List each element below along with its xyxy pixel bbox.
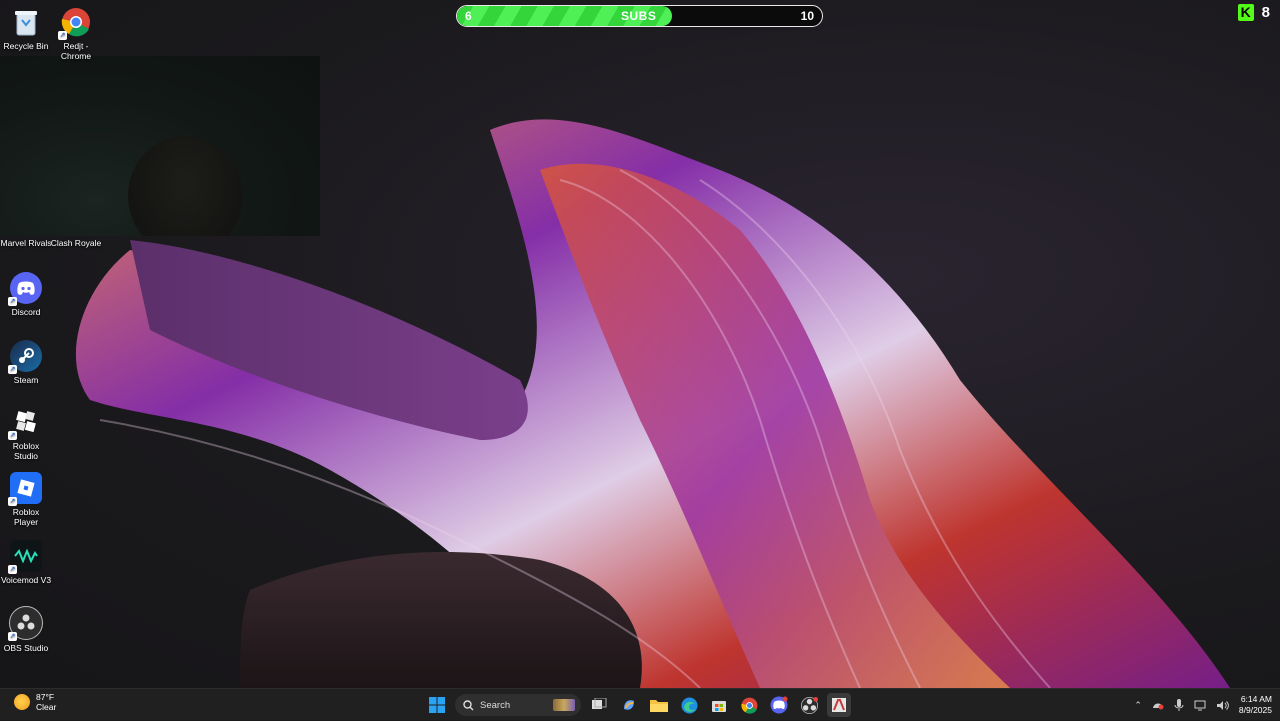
chrome-taskbar-button[interactable] <box>737 693 761 717</box>
webcam-overlay <box>0 56 320 236</box>
copilot-button[interactable] <box>617 693 641 717</box>
obs-taskbar-button[interactable] <box>797 693 821 717</box>
subs-goal-start: 6 <box>465 9 472 23</box>
store-icon <box>712 701 726 712</box>
clock-time: 6:14 AM <box>1240 694 1272 704</box>
desktop-icon-label: Roblox Studio <box>12 441 40 461</box>
roblox-player-icon: ↗ <box>8 472 42 506</box>
desktop-icon-steam[interactable]: ↗ Steam <box>0 340 52 385</box>
desktop-icon-label: OBS Studio <box>3 643 49 653</box>
chevron-up-icon[interactable]: ⌃ <box>1134 700 1142 711</box>
task-view-icon <box>592 698 607 709</box>
desktop-icon-label: Voicemod V3 <box>0 575 52 585</box>
windows-start-icon <box>429 697 445 713</box>
desktop-icon-roblox-player[interactable]: ↗ Roblox Player <box>0 472 52 527</box>
clock-date: 8/9/2025 <box>1238 705 1272 715</box>
desktop-icon-marvel-rivals[interactable]: Marvel Rivals <box>0 238 52 248</box>
desktop-icon-label: Marvel Rivals <box>0 238 52 248</box>
volume-icon[interactable] <box>1216 700 1229 711</box>
subs-goal-bar: 6 SUBS 10 <box>456 5 823 27</box>
taskbar-search[interactable]: Search <box>455 694 581 716</box>
shortcut-arrow-icon: ↗ <box>8 632 17 641</box>
weather-widget[interactable]: 87°F Clear <box>14 692 56 712</box>
desktop-icon-label: Steam <box>13 375 39 385</box>
system-tray: ⌃ 6:14 AM 8/9/2025 <box>1134 689 1272 721</box>
store-button[interactable] <box>707 693 731 717</box>
desktop-icon-label: Discord <box>11 307 41 317</box>
desktop-icon-discord[interactable]: ↗ Discord <box>0 272 52 317</box>
edge-button[interactable] <box>677 693 701 717</box>
task-view-button[interactable] <box>587 693 611 717</box>
shortcut-arrow-icon: ↗ <box>8 565 17 574</box>
subs-goal-label: SUBS <box>621 9 657 23</box>
discord-icon <box>770 696 788 714</box>
subs-goal-target: 10 <box>800 9 814 23</box>
obs-icon: ↗ <box>8 606 43 641</box>
start-button[interactable] <box>425 693 449 717</box>
streamer-silhouette <box>128 136 243 236</box>
chrome-icon: ↗ <box>58 6 92 40</box>
desktop-icon-recycle-bin[interactable]: Recycle Bin <box>0 6 52 51</box>
search-placeholder: Search <box>480 699 511 711</box>
chrome-icon <box>740 697 757 714</box>
desktop-icon-label: Clash Royale <box>50 238 102 248</box>
app-taskbar-button[interactable] <box>827 693 851 717</box>
desktop-icon-obs[interactable]: ↗ OBS Studio <box>0 606 52 653</box>
file-explorer-icon <box>650 700 668 712</box>
kick-count: 8 <box>1261 4 1270 21</box>
edge-icon <box>681 697 697 713</box>
taskbar: 87°F Clear Search ⌃ 6:14 AM 8/9/2025 <box>0 688 1280 720</box>
microphone-icon[interactable] <box>1174 699 1184 711</box>
shortcut-arrow-icon: ↗ <box>8 497 17 506</box>
desktop-icon-roblox-studio[interactable]: ↗ Roblox Studio <box>0 406 52 461</box>
steam-icon: ↗ <box>8 340 42 374</box>
shortcut-arrow-icon: ↗ <box>58 31 67 40</box>
desktop-icon-label: Roblox Player <box>12 507 40 527</box>
file-explorer-button[interactable] <box>647 693 671 717</box>
desktop-icon-clash-royale[interactable]: Clash Royale <box>50 238 102 248</box>
desktop-icon-label: Redjt - Chrome <box>60 41 92 61</box>
desktop-icon-chrome[interactable]: ↗ Redjt - Chrome <box>50 6 102 61</box>
obs-icon <box>800 696 818 714</box>
network-icon[interactable] <box>1194 700 1206 711</box>
search-icon <box>463 699 474 710</box>
discord-icon: ↗ <box>8 272 42 306</box>
app-icon <box>832 698 846 712</box>
weather-condition: Clear <box>36 702 57 712</box>
discord-taskbar-button[interactable] <box>767 693 791 717</box>
copilot-icon <box>624 700 634 710</box>
desktop-icon-voicemod[interactable]: ↗ Voicemod V3 <box>0 540 52 585</box>
voicemod-icon: ↗ <box>8 540 42 574</box>
shortcut-arrow-icon: ↗ <box>8 431 17 440</box>
shortcut-arrow-icon: ↗ <box>8 297 17 306</box>
search-highlight-icon <box>553 699 575 711</box>
roblox-studio-icon: ↗ <box>8 406 42 440</box>
shortcut-arrow-icon: ↗ <box>8 365 17 374</box>
weather-sun-icon <box>14 694 30 710</box>
recycle-bin-icon <box>10 6 42 38</box>
desktop-icon-label: Recycle Bin <box>3 41 49 51</box>
kick-logo-icon: K <box>1237 4 1254 21</box>
weather-temp: 87°F <box>36 692 55 702</box>
kick-follower-counter: K 8 <box>1237 4 1270 21</box>
tray-app-icon[interactable] <box>1152 700 1164 710</box>
taskbar-clock[interactable]: 6:14 AM 8/9/2025 <box>1239 694 1272 716</box>
